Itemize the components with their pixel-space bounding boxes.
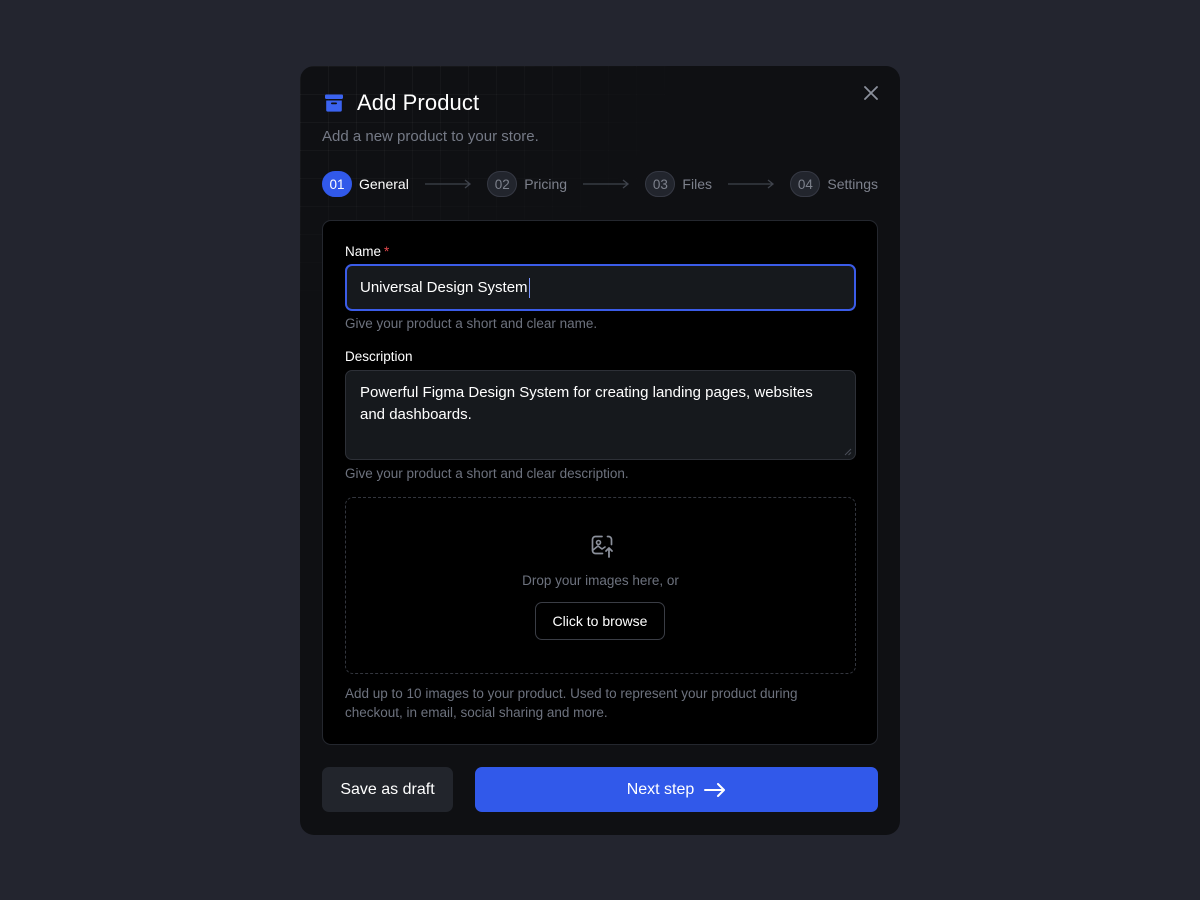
modal-header: Add Product xyxy=(322,90,479,116)
step-label: General xyxy=(359,176,409,192)
modal-subtitle: Add a new product to your store. xyxy=(322,128,539,145)
name-input[interactable]: Universal Design System xyxy=(345,264,856,311)
name-hint: Give your product a short and clear name… xyxy=(345,316,598,331)
step-connector xyxy=(409,179,487,189)
dropzone-text: Drop your images here, or xyxy=(522,573,679,588)
resize-grip-icon[interactable] xyxy=(844,448,852,456)
arrow-right-icon xyxy=(704,782,726,797)
save-draft-label: Save as draft xyxy=(340,780,435,798)
step-label: Pricing xyxy=(524,176,568,192)
step-label: Settings xyxy=(827,176,878,192)
step-settings[interactable]: 04 Settings xyxy=(790,171,878,197)
images-hint: Add up to 10 images to your product. Use… xyxy=(345,686,798,720)
step-connector xyxy=(567,179,645,189)
archive-box-icon xyxy=(325,94,343,112)
save-draft-button[interactable]: Save as draft xyxy=(322,767,453,812)
arrow-right-icon xyxy=(425,179,472,189)
next-step-label: Next step xyxy=(626,780,695,798)
form-card: Name * Universal Design System Give your … xyxy=(322,220,878,745)
name-label: Name * xyxy=(345,244,390,259)
description-value: Powerful Figma Design System for creatin… xyxy=(360,384,813,423)
next-step-button[interactable]: Next step xyxy=(475,767,878,812)
description-textarea[interactable]: Powerful Figma Design System for creatin… xyxy=(345,370,856,460)
name-input-value: Universal Design System xyxy=(360,279,528,296)
arrow-right-icon xyxy=(583,179,630,189)
step-number: 03 xyxy=(645,171,676,197)
image-upload-icon xyxy=(591,535,613,558)
description-label: Description xyxy=(345,349,413,364)
step-connector xyxy=(712,179,790,189)
close-button[interactable] xyxy=(860,82,882,104)
required-mark: * xyxy=(384,244,390,259)
description-hint: Give your product a short and clear desc… xyxy=(345,466,629,481)
step-number: 01 xyxy=(322,171,352,197)
text-caret xyxy=(528,277,530,298)
stepper: 01 General 02 Pricing 03 Files 04 Settin… xyxy=(322,171,878,197)
step-files[interactable]: 03 Files xyxy=(645,171,712,197)
step-label: Files xyxy=(682,176,712,192)
step-pricing[interactable]: 02 Pricing xyxy=(487,171,567,197)
add-product-modal: Add Product Add a new product to your st… xyxy=(300,66,900,835)
step-general[interactable]: 01 General xyxy=(322,171,409,197)
step-number: 02 xyxy=(487,171,518,197)
modal-title: Add Product xyxy=(357,90,480,115)
image-dropzone[interactable]: Drop your images here, or Click to brows… xyxy=(345,497,856,674)
close-icon xyxy=(864,86,878,100)
step-number: 04 xyxy=(790,171,821,197)
browse-button[interactable]: Click to browse xyxy=(535,602,665,640)
arrow-right-icon xyxy=(728,179,775,189)
